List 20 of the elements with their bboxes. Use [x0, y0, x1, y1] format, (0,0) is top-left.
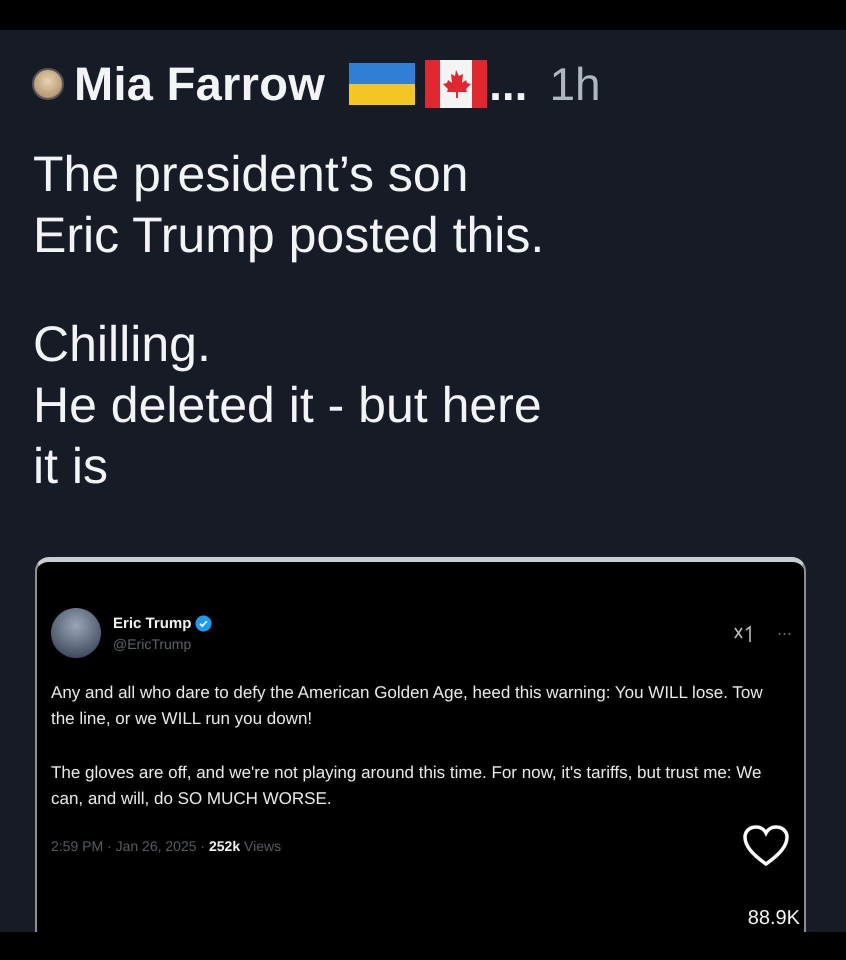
- heart-icon[interactable]: [742, 824, 790, 868]
- post-text-line: Chilling.: [33, 315, 212, 374]
- post-text-line: He deleted it - but here: [33, 376, 543, 435]
- avatar[interactable]: [32, 68, 64, 100]
- ukraine-flag-icon: [349, 62, 416, 104]
- more-button[interactable]: ···: [777, 624, 792, 642]
- like-count: 88.9K: [748, 907, 800, 930]
- tweet-paragraph: Any and all who dare to defy the American Golden Age, heed this warning: You WILL lose. Tow the line, or we WILL run you down!: [51, 682, 764, 730]
- tweet-meta: 2:59 PM · Jan 26, 2025 · 252k Views: [51, 838, 282, 854]
- tweet-paragraph: The gloves are off, and we're not playing around this time. For now, it's tariffs, but trust me: We can, and will, do SO MUCH WORSE.: [51, 762, 762, 810]
- name-ellipsis: ...: [489, 56, 528, 110]
- post-text-line: The president’s son: [33, 145, 470, 204]
- canada-flag-icon: [425, 60, 488, 108]
- author-name[interactable]: Mia Farrow: [74, 56, 326, 111]
- post-time: 1h: [549, 56, 601, 110]
- slash-logo-icon[interactable]: [733, 624, 753, 642]
- avatar[interactable]: [51, 608, 101, 658]
- tweet-author-name[interactable]: Eric Trump: [113, 614, 192, 632]
- post-text-line: it is: [33, 437, 109, 496]
- post-text-line: Eric Trump posted this.: [33, 206, 546, 265]
